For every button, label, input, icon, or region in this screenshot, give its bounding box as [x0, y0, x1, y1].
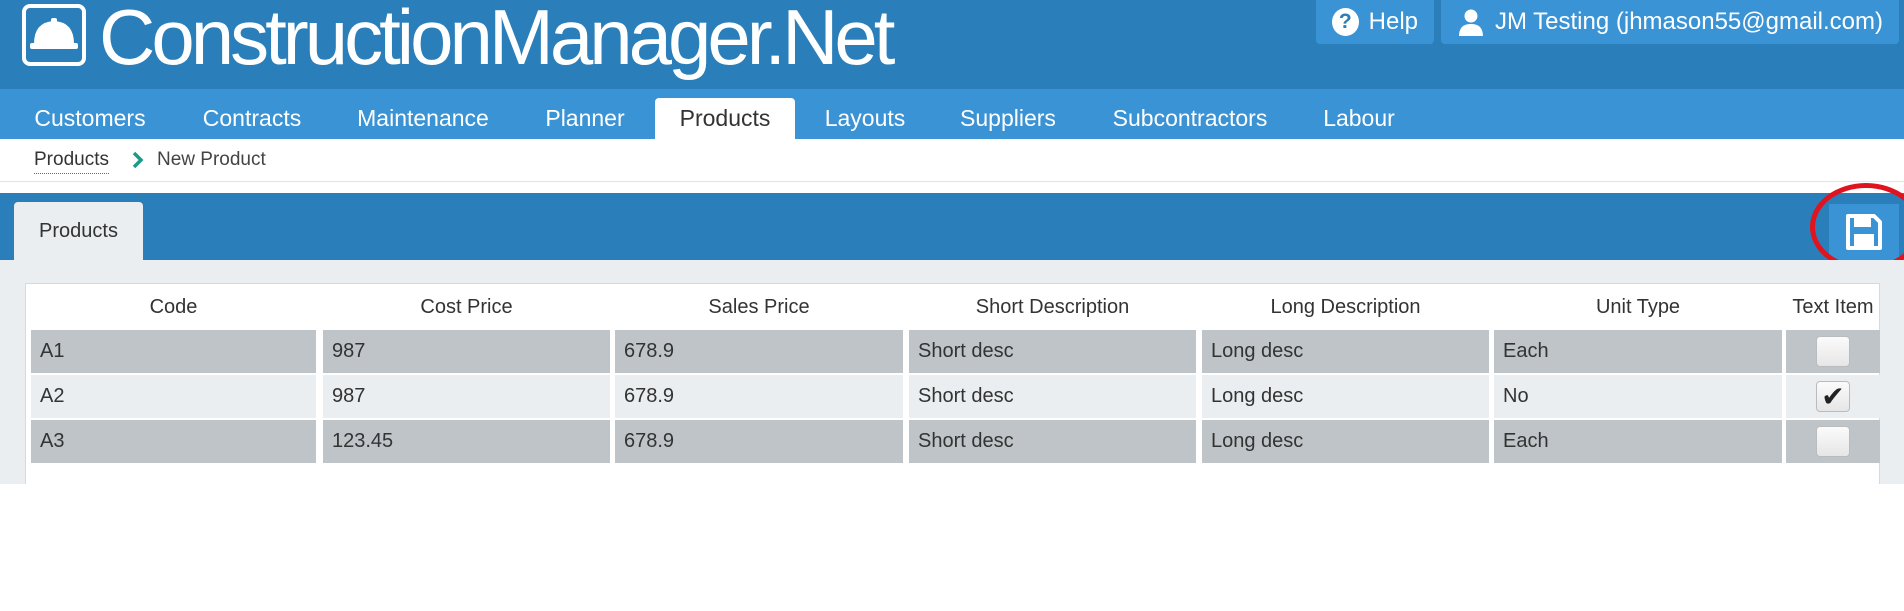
app-header: ConstructionManager.Net ? Help JM Testin… — [0, 0, 1904, 89]
cell-short-description[interactable]: Short desc — [909, 375, 1196, 418]
chevron-right-icon — [132, 151, 144, 169]
column-header-text-item[interactable]: Text Item — [1786, 284, 1880, 330]
save-button[interactable] — [1829, 204, 1899, 260]
cell-cost-price[interactable]: 987 — [323, 375, 610, 418]
hard-hat-logo-icon[interactable] — [22, 4, 86, 66]
nav-item-contracts[interactable]: Contracts — [182, 98, 322, 139]
cell-short-description[interactable]: Short desc — [909, 330, 1196, 373]
user-label: JM Testing (jhmason55@gmail.com) — [1494, 8, 1883, 35]
checkmark-icon: ✔ — [1821, 380, 1845, 412]
cell-code[interactable]: A2 — [31, 375, 316, 418]
cell-short-description[interactable]: Short desc — [909, 420, 1196, 463]
nav-item-suppliers[interactable]: Suppliers — [940, 98, 1076, 139]
app-title[interactable]: ConstructionManager.Net — [99, 0, 895, 80]
cell-cost-price[interactable]: 123.45 — [323, 420, 610, 463]
nav-item-customers[interactable]: Customers — [15, 98, 165, 139]
column-header-cost-price[interactable]: Cost Price — [323, 284, 610, 330]
column-header-unit-type[interactable]: Unit Type — [1494, 284, 1782, 330]
panel-body: Code Cost Price Sales Price Short Descri… — [0, 260, 1904, 484]
help-label: Help — [1368, 8, 1418, 35]
question-circle-icon: ? — [1332, 8, 1359, 36]
cell-unit-type[interactable]: Each — [1494, 420, 1782, 463]
text-item-checkbox[interactable]: ✔ — [1816, 381, 1850, 412]
column-header-sales-price[interactable]: Sales Price — [615, 284, 903, 330]
column-header-short-description[interactable]: Short Description — [909, 284, 1196, 330]
floppy-disk-icon — [1846, 214, 1882, 250]
panel-header: Products — [0, 193, 1904, 260]
breadcrumb-products-link[interactable]: Products — [34, 149, 109, 174]
user-icon — [1458, 9, 1483, 36]
nav-item-layouts[interactable]: Layouts — [811, 98, 919, 139]
text-item-checkbox[interactable] — [1816, 426, 1850, 457]
breadcrumb-current: New Product — [157, 149, 266, 170]
cell-sales-price[interactable]: 678.9 — [615, 420, 903, 463]
nav-item-products[interactable]: Products — [655, 98, 795, 139]
breadcrumb: Products New Product — [0, 139, 1904, 182]
cell-long-description[interactable]: Long desc — [1202, 420, 1489, 463]
user-menu-button[interactable]: JM Testing (jhmason55@gmail.com) — [1441, 0, 1899, 44]
nav-item-subcontractors[interactable]: Subcontractors — [1098, 98, 1282, 139]
cell-text-item: ✔ — [1786, 375, 1880, 418]
nav-item-planner[interactable]: Planner — [524, 98, 646, 139]
products-grid: Code Cost Price Sales Price Short Descri… — [25, 283, 1880, 484]
cell-sales-price[interactable]: 678.9 — [615, 375, 903, 418]
nav-item-labour[interactable]: Labour — [1307, 98, 1411, 139]
cell-cost-price[interactable]: 987 — [323, 330, 610, 373]
column-header-code[interactable]: Code — [31, 284, 316, 330]
cell-text-item — [1786, 330, 1880, 373]
cell-code[interactable]: A1 — [31, 330, 316, 373]
cell-unit-type[interactable]: Each — [1494, 330, 1782, 373]
main-nav: Customers Contracts Maintenance Planner … — [0, 89, 1904, 139]
cell-long-description[interactable]: Long desc — [1202, 375, 1489, 418]
help-button[interactable]: ? Help — [1316, 0, 1434, 44]
cell-code[interactable]: A3 — [31, 420, 316, 463]
tab-products[interactable]: Products — [14, 202, 143, 260]
cell-text-item — [1786, 420, 1880, 463]
nav-item-maintenance[interactable]: Maintenance — [338, 98, 508, 139]
column-header-long-description[interactable]: Long Description — [1202, 284, 1489, 330]
cell-long-description[interactable]: Long desc — [1202, 330, 1489, 373]
cell-sales-price[interactable]: 678.9 — [615, 330, 903, 373]
cell-unit-type[interactable]: No — [1494, 375, 1782, 418]
text-item-checkbox[interactable] — [1816, 336, 1850, 367]
